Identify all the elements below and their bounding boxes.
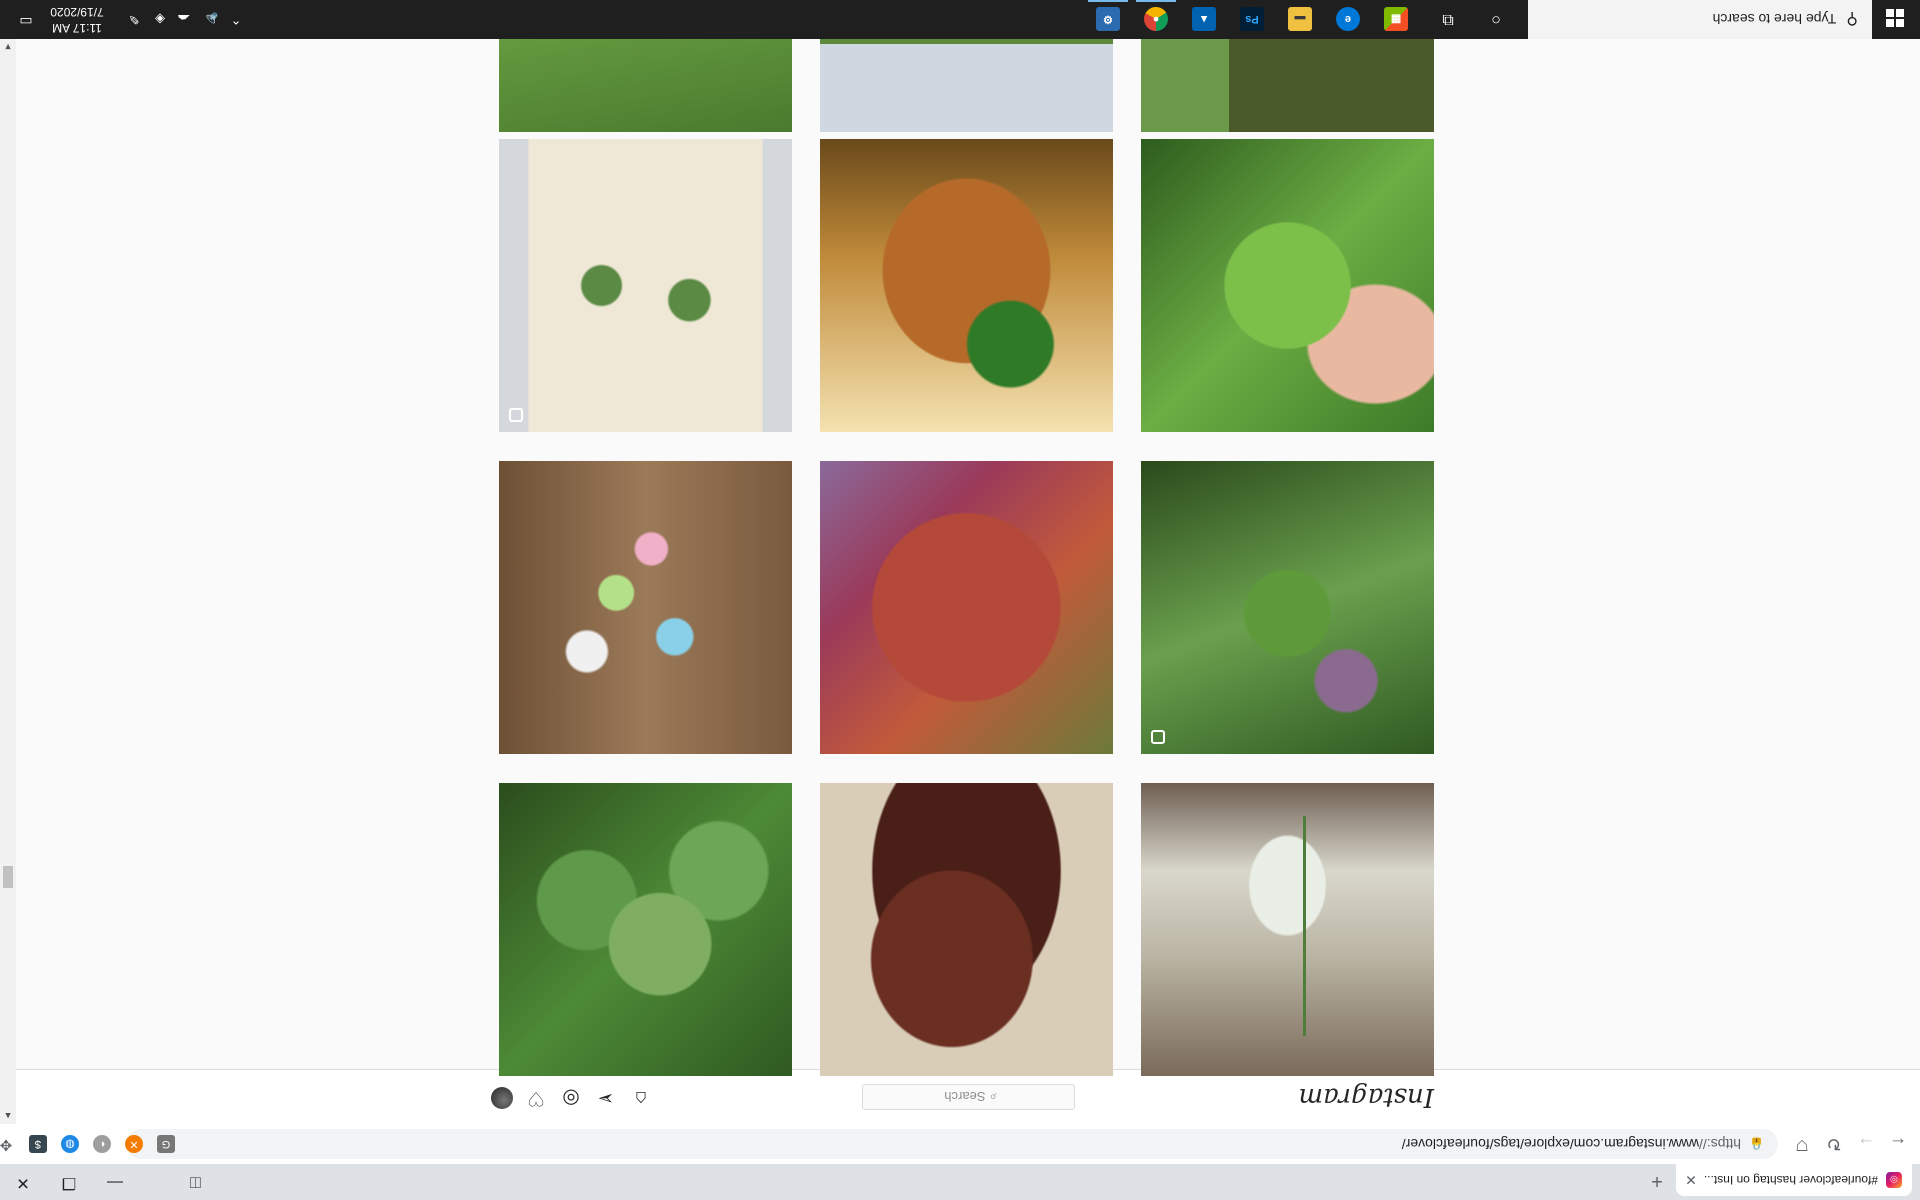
extension-icon[interactable]: G [157,1135,175,1153]
reload-button[interactable]: ↻ [1822,1132,1846,1156]
taskbar-clock[interactable]: 11:17 AM 7/19/2020 [42,4,112,36]
active-app-indicator [1136,0,1176,2]
post-clover-on-painted-rock[interactable] [820,461,1113,754]
browser-toolbar: ← → ↻ ⛉ 🔒 https:// www.instagram.com/exp… [0,1123,1920,1164]
pocket-icon[interactable]: ⛉ [1790,1132,1814,1156]
extension-icon[interactable]: $ [29,1135,47,1153]
file-explorer-icon[interactable]: ▬ [1288,7,1312,31]
show-hidden-icons[interactable]: ⌃ [228,9,244,29]
direct-icon[interactable]: ➢ [594,1086,618,1110]
activity-icon[interactable]: ♡ [524,1086,548,1110]
task-view-icon[interactable]: ⧉ [1434,5,1462,33]
cortana-icon[interactable]: ○ [1482,5,1510,33]
post-clover-in-grass[interactable] [1141,461,1434,754]
scroll-up-arrow[interactable]: ▲ [0,1108,16,1124]
post-hand-with-ring-clover[interactable] [820,139,1113,432]
post-clover-rings-on-wood[interactable] [499,461,792,754]
screen: ◎ #fourleafclover hashtag on Inst... ✕ +… [0,0,1920,1200]
home-icon[interactable]: ⌂ [629,1086,653,1110]
multi-photo-icon [509,408,523,422]
post-long-brown-hair[interactable] [820,783,1113,1076]
post-hand-holding-clover[interactable] [1141,139,1434,432]
scroll-down-arrow[interactable]: ▼ [0,39,16,55]
post-pressed-clover-book[interactable] [499,139,792,432]
multi-photo-icon [1151,730,1165,744]
taskbar-search-placeholder: Type here to search [1712,11,1837,28]
close-window-button[interactable]: ✕ [0,1164,46,1200]
microsoft-store-icon[interactable]: ▦ [1384,7,1408,31]
start-button[interactable] [1872,0,1920,39]
search-placeholder: Search [944,1089,986,1105]
new-tab-button[interactable]: + [1644,1168,1670,1194]
search-icon: ⌕ [989,1090,997,1105]
post-clover-in-bottle[interactable] [1141,783,1434,1076]
close-tab-icon[interactable]: ✕ [1682,1172,1700,1189]
clock-time: 11:17 AM [52,21,102,35]
search-icon: ⚲ [1846,10,1858,28]
lock-icon: 🔒 [1749,1137,1764,1151]
extensions-puzzle-icon[interactable]: ✥ [0,1135,15,1153]
instagram-icon: ◎ [1886,1172,1902,1188]
volume-icon[interactable]: 🔈 [200,9,220,29]
window-layout-icon[interactable]: ◫ [182,1172,202,1192]
page-scrollbar[interactable]: ▲ ▼ [0,39,16,1124]
photos-icon[interactable]: ▲ [1192,7,1216,31]
profile-avatar[interactable] [491,1087,513,1109]
tab-title: #fourleafclover hashtag on Inst... [1703,1173,1878,1187]
notifications-icon[interactable]: ▭ [16,10,36,30]
extension-icon[interactable]: ◍ [61,1135,79,1153]
instagram-header: Instagram ⌕ Search ⌂ ➢ ◎ ♡ [16,1069,1920,1124]
browser-tab-strip: ◎ #fourleafclover hashtag on Inst... ✕ +… [0,1164,1920,1200]
browser-tab[interactable]: ◎ #fourleafclover hashtag on Inst... ✕ [1676,1164,1912,1196]
taskbar-search-box[interactable]: ⚲ Type here to search [1528,0,1872,39]
url-scheme: https:// [1699,1136,1742,1152]
extension-icon[interactable]: ✕ [125,1135,143,1153]
scrollbar-thumb[interactable] [3,866,13,888]
url-text: www.instagram.com/explore/tags/fourleafc… [1401,1136,1700,1152]
address-bar[interactable]: 🔒 https:// www.instagram.com/explore/tag… [126,1129,1778,1159]
edge-icon[interactable]: e [1336,7,1360,31]
restore-button[interactable]: ❐ [46,1164,92,1200]
clock-date: 7/19/2020 [50,5,104,19]
back-button[interactable]: ← [1886,1132,1910,1156]
minimize-button[interactable]: — [92,1164,138,1200]
dropbox-icon[interactable]: ◈ [150,9,170,29]
onedrive-icon[interactable]: ☁ [174,9,194,29]
instagram-logo[interactable]: Instagram [1298,1082,1434,1112]
active-app-indicator [1088,0,1128,2]
settings-icon[interactable]: ⚙ [1096,7,1120,31]
forward-button[interactable]: → [1854,1132,1878,1156]
windows-taskbar: ⚲ Type here to search ○ ⧉ ▦ e ▬ Ps ▲ ● ⚙… [0,0,1920,39]
search-input[interactable]: ⌕ Search [862,1084,1075,1110]
extension-icon[interactable]: ◐ [93,1135,111,1153]
pen-icon[interactable]: ✎ [124,9,144,29]
post-clover-leaves[interactable] [499,783,792,1076]
photoshop-icon[interactable]: Ps [1240,7,1264,31]
chrome-icon[interactable]: ● [1144,7,1168,31]
explore-icon[interactable]: ◎ [559,1086,583,1110]
